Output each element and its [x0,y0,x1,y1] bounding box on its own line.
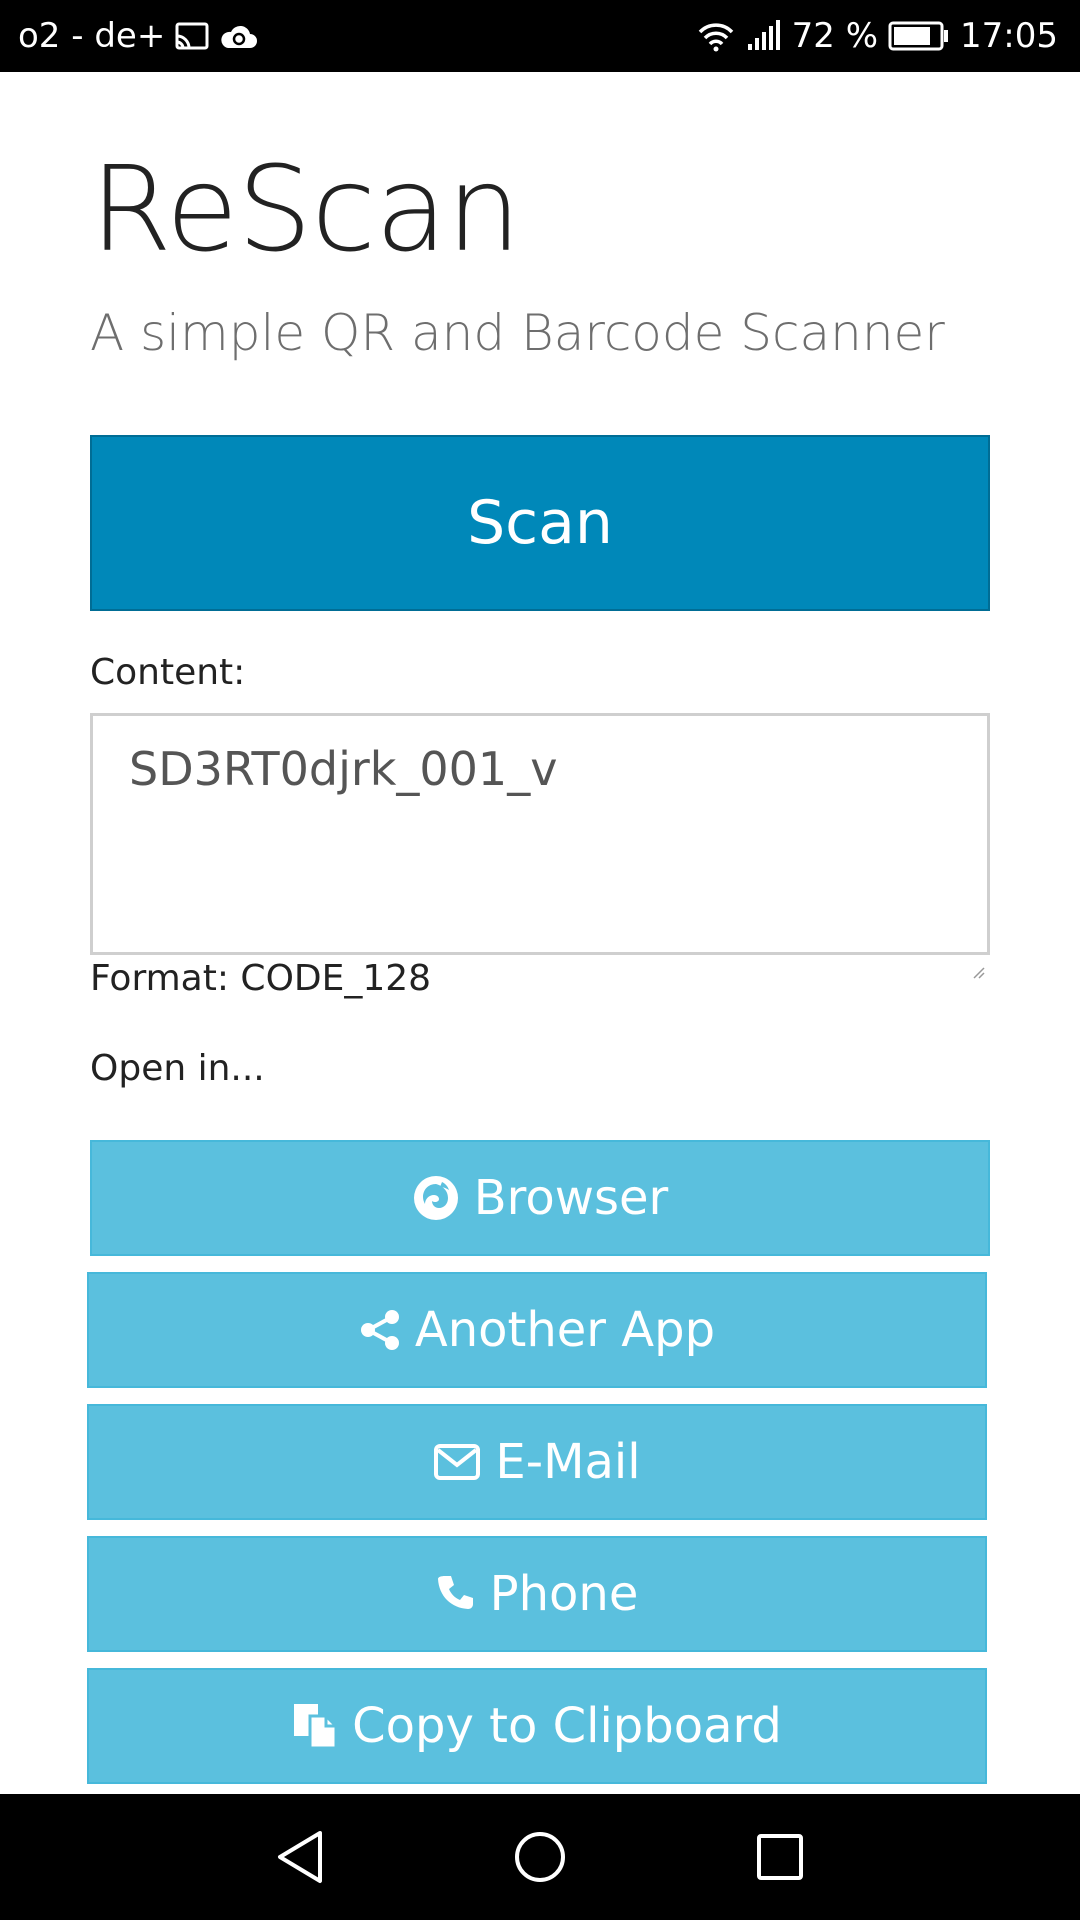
copy-clipboard-button[interactable]: Copy to Clipboard [87,1668,987,1784]
status-bar: o2 - de+ 72 % 17:05 [0,0,1080,72]
clock: 17:05 [960,16,1058,56]
firefox-icon [412,1174,460,1222]
share-icon [359,1309,401,1351]
scan-button[interactable]: Scan [90,435,990,611]
resize-grip-icon[interactable] [971,936,985,979]
cast-icon [175,22,209,50]
navigation-bar [0,1794,1080,1920]
clipboard-icon [292,1702,338,1750]
back-icon[interactable] [260,1817,340,1897]
phone-label: Phone [489,1566,639,1622]
wifi-icon [696,20,736,52]
another-app-label: Another App [414,1302,716,1358]
another-app-button[interactable]: Another App [87,1272,987,1388]
status-bar-left: o2 - de+ [18,16,258,56]
email-label: E-Mail [495,1434,641,1490]
content-label: Content: [90,652,246,693]
cloud-sync-icon [219,22,258,50]
format-label: Format: CODE_128 [90,958,432,999]
home-icon[interactable] [500,1817,580,1897]
status-bar-right: 72 % 17:05 [696,16,1058,56]
battery-percent: 72 % [791,16,879,56]
email-button[interactable]: E-Mail [87,1404,987,1520]
phone-button[interactable]: Phone [87,1536,987,1652]
copy-clipboard-label: Copy to Clipboard [352,1698,782,1754]
app-title: ReScan [90,140,521,278]
app-subtitle: A simple QR and Barcode Scanner [90,304,945,362]
phone-icon [436,1574,476,1614]
recents-icon[interactable] [740,1817,820,1897]
open-in-label: Open in... [90,1048,265,1089]
main-content: ReScan A simple QR and Barcode Scanner S… [0,72,1080,1794]
browser-label: Browser [473,1170,669,1226]
battery-icon [888,21,950,51]
browser-button[interactable]: Browser [90,1140,990,1256]
carrier-label: o2 - de+ [18,16,166,56]
envelope-icon [433,1442,481,1482]
content-value: SD3RT0djrk_001_v [129,742,558,796]
content-textarea[interactable]: SD3RT0djrk_001_v [90,713,990,979]
signal-icon [746,20,782,52]
